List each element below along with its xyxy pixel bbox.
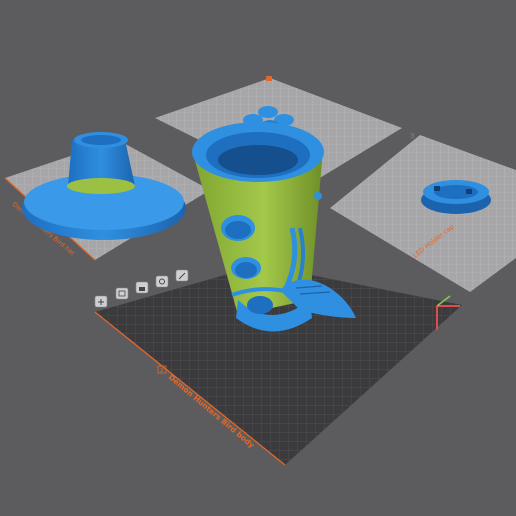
- plate-index-right: 3: [410, 132, 414, 140]
- led-cap-model[interactable]: [421, 180, 491, 214]
- lock-icon[interactable]: [135, 281, 149, 294]
- plate-index-active: 2: [160, 368, 164, 374]
- arrange-icon[interactable]: [115, 287, 129, 300]
- settings-icon[interactable]: [155, 275, 169, 288]
- plate-marker-icon: [266, 76, 272, 81]
- orient-icon[interactable]: [94, 295, 108, 308]
- 3d-viewport[interactable]: Demon Hunters Bird hat LED Holder cap 3 …: [0, 0, 516, 516]
- right-build-plate[interactable]: LED Holder cap 3: [330, 132, 516, 292]
- edit-icon[interactable]: [175, 269, 189, 282]
- hat-model[interactable]: [22, 132, 186, 240]
